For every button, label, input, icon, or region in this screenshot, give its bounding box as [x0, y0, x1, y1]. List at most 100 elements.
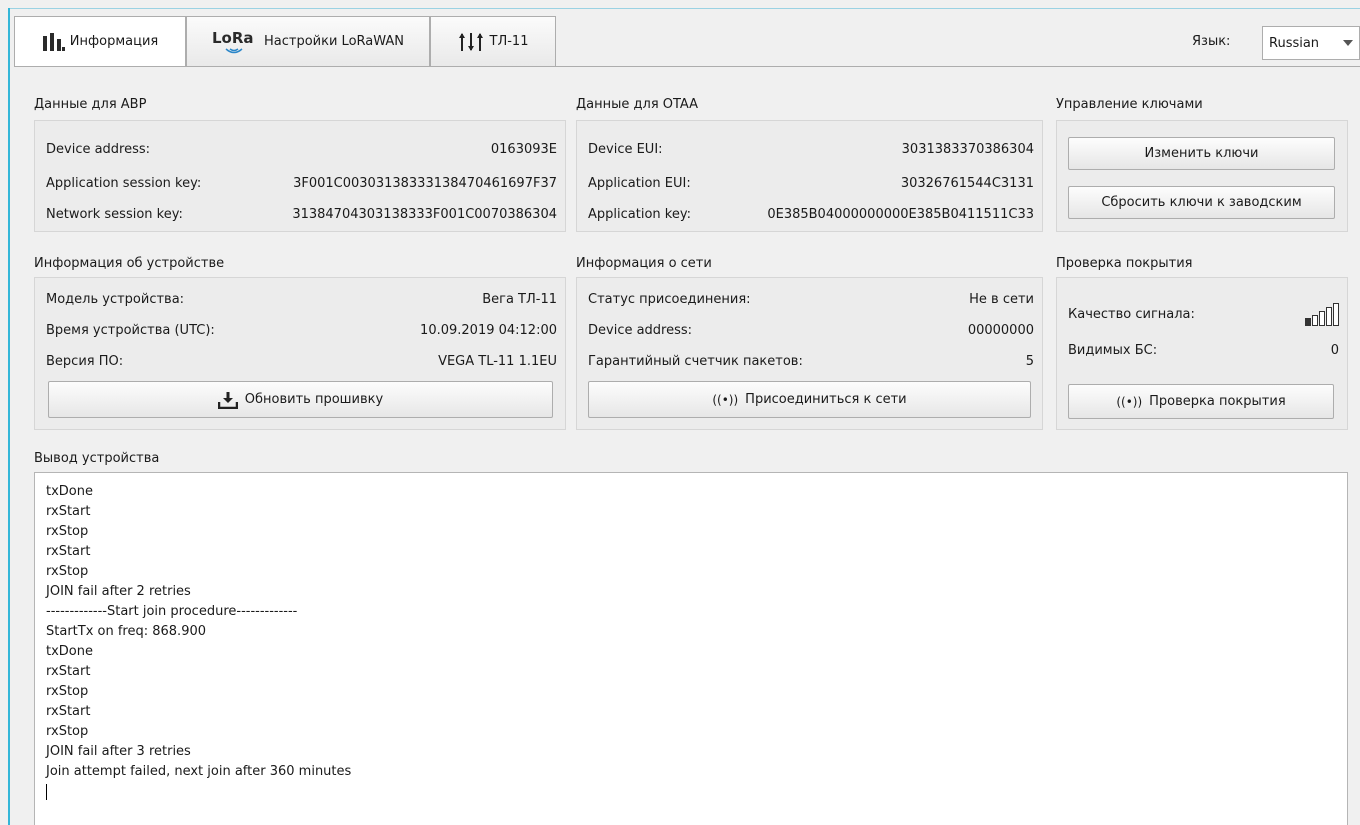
radio-waves-icon: ((•)) [1116, 394, 1143, 409]
network-status-label: Статус присоединения: [588, 292, 751, 307]
otaa-application-eui-row: Application EUI: 30326761544C3131 [588, 176, 1034, 191]
abp-network-session-key-value: 31384704303138333F001C0070386304 [292, 207, 557, 222]
signal-quality-row: Качество сигнала: [1068, 303, 1339, 326]
abp-network-session-key-label: Network session key: [46, 207, 183, 222]
network-section-title: Информация о сети [576, 256, 712, 271]
device-firmware-value: VEGA TL-11 1.1EU [438, 354, 557, 369]
otaa-application-eui-label: Application EUI: [588, 176, 691, 191]
abp-device-address-value: 0163093E [490, 142, 557, 157]
device-group: Модель устройства: Вега ТЛ-11 Время устр… [34, 277, 566, 430]
lora-logo-text: LoRa [212, 28, 254, 47]
tab-lorawan-settings[interactable]: LoRa Настройки LoRaWAN [186, 16, 430, 66]
tab-bar-divider [14, 66, 1360, 67]
abp-group: Device address: 0163093E Application ses… [34, 120, 566, 232]
otaa-device-eui-value: 3031383370386304 [901, 142, 1034, 157]
signal-strength-icon [1305, 303, 1339, 326]
output-section-title: Вывод устройства [34, 451, 160, 466]
network-packet-counter-label: Гарантийный счетчик пакетов: [588, 354, 803, 369]
console-line: txDone [46, 644, 93, 659]
console-line: rxStart [46, 504, 91, 519]
console-line: rxStart [46, 664, 91, 679]
tab-lorawan-label: Настройки LoRaWAN [264, 34, 404, 49]
network-group: Статус присоединения: Не в сети Device a… [576, 277, 1043, 430]
otaa-device-eui-row: Device EUI: 3031383370386304 [588, 142, 1034, 157]
network-device-address-value: 00000000 [967, 323, 1034, 338]
signal-quality-label: Качество сигнала: [1068, 307, 1195, 322]
console-line: rxStop [46, 524, 89, 539]
update-firmware-button[interactable]: Обновить прошивку [48, 381, 553, 418]
console-line: JOIN fail after 3 retries [46, 744, 191, 759]
signal-bar [1319, 311, 1325, 326]
visible-bs-label: Видимых БС: [1068, 343, 1158, 358]
console-line: txDone [46, 484, 93, 499]
device-model-value: Вега ТЛ-11 [482, 292, 557, 307]
change-keys-button[interactable]: Изменить ключи [1068, 137, 1335, 170]
update-firmware-label: Обновить прошивку [244, 392, 384, 407]
otaa-device-eui-label: Device EUI: [588, 142, 663, 157]
device-time-row: Время устройства (UTC): 10.09.2019 04:12… [46, 323, 557, 338]
signal-bar [1326, 307, 1332, 326]
console-line: JOIN fail after 2 retries [46, 584, 191, 599]
device-model-label: Модель устройства: [46, 292, 185, 307]
coverage-section-title: Проверка покрытия [1056, 256, 1193, 271]
abp-app-session-key-row: Application session key: 3F001C003031383… [46, 176, 557, 191]
network-status-row: Статус присоединения: Не в сети [588, 292, 1034, 307]
console-line: Join attempt failed, next join after 360… [46, 764, 352, 779]
device-time-label: Время устройства (UTC): [46, 323, 215, 338]
language-select[interactable]: Russian [1262, 26, 1360, 60]
device-time-value: 10.09.2019 04:12:00 [420, 323, 557, 338]
signal-bar [1305, 318, 1311, 326]
reset-keys-button[interactable]: Сбросить ключи к заводским [1068, 186, 1335, 219]
keys-group: Изменить ключи Сбросить ключи к заводски… [1056, 120, 1348, 232]
text-cursor [46, 782, 1347, 802]
lora-waves-icon [225, 47, 243, 53]
signal-bar [1312, 315, 1318, 326]
join-network-label: Присоединиться к сети [745, 392, 907, 407]
tab-tl11-label: ТЛ-11 [489, 34, 529, 49]
console-line: rxStop [46, 684, 89, 699]
join-network-button[interactable]: ((•)) Присоединиться к сети [588, 381, 1031, 418]
abp-device-address-row: Device address: 0163093E [46, 142, 557, 157]
device-model-row: Модель устройства: Вега ТЛ-11 [46, 292, 557, 307]
coverage-check-button[interactable]: ((•)) Проверка покрытия [1068, 384, 1334, 419]
visible-bs-value: 0 [1330, 343, 1339, 358]
otaa-application-key-label: Application key: [588, 207, 691, 222]
device-output-console[interactable]: txDone rxStart rxStop rxStart rxStop JOIN fai… [34, 472, 1348, 825]
abp-app-session-key-label: Application session key: [46, 176, 202, 191]
coverage-check-label: Проверка покрытия [1149, 394, 1286, 409]
device-firmware-row: Версия ПО: VEGA TL-11 1.1EU [46, 354, 557, 369]
coverage-group: Качество сигнала: Видимых БС: 0 ((•)) Пр… [1056, 277, 1348, 430]
chevron-down-icon [1343, 40, 1353, 46]
tab-information[interactable]: Информация [14, 16, 186, 66]
console-line: rxStart [46, 544, 91, 559]
window-left-edge [8, 8, 10, 825]
window-top-edge [8, 8, 1360, 9]
tab-tl11[interactable]: ТЛ-11 [430, 16, 556, 66]
abp-device-address-label: Device address: [46, 142, 151, 157]
language-value: Russian [1269, 35, 1320, 51]
device-section-title: Информация об устройстве [34, 256, 225, 271]
tab-information-label: Информация [69, 34, 159, 49]
device-firmware-label: Версия ПО: [46, 354, 124, 369]
console-line: rxStop [46, 564, 89, 579]
console-line: rxStop [46, 724, 89, 739]
abp-network-session-key-row: Network session key: 31384704303138333F0… [46, 207, 557, 222]
console-line: -------------Start join procedure-------… [46, 604, 298, 619]
radio-waves-icon: ((•)) [712, 392, 739, 407]
abp-section-title: Данные для ABP [34, 97, 147, 112]
visible-bs-row: Видимых БС: 0 [1068, 343, 1339, 358]
network-packet-counter-row: Гарантийный счетчик пакетов: 5 [588, 354, 1034, 369]
otaa-application-eui-value: 30326761544C3131 [900, 176, 1034, 191]
signal-bar [1333, 303, 1339, 326]
network-status-value: Не в сети [969, 292, 1034, 307]
console-line: rxStart [46, 704, 91, 719]
abp-app-session-key-value: 3F001C00303138333138470461697F37 [293, 176, 557, 191]
language-label: Язык: [1192, 34, 1231, 49]
bar-chart-icon [42, 32, 65, 51]
sliders-icon [458, 32, 483, 51]
keys-section-title: Управление ключами [1056, 97, 1203, 112]
network-device-address-label: Device address: [588, 323, 693, 338]
lora-logo-icon: LoRa [212, 29, 260, 55]
console-line: StartTx on freq: 868.900 [46, 624, 207, 639]
otaa-application-key-row: Application key: 0E385B04000000000E385B0… [588, 207, 1034, 222]
